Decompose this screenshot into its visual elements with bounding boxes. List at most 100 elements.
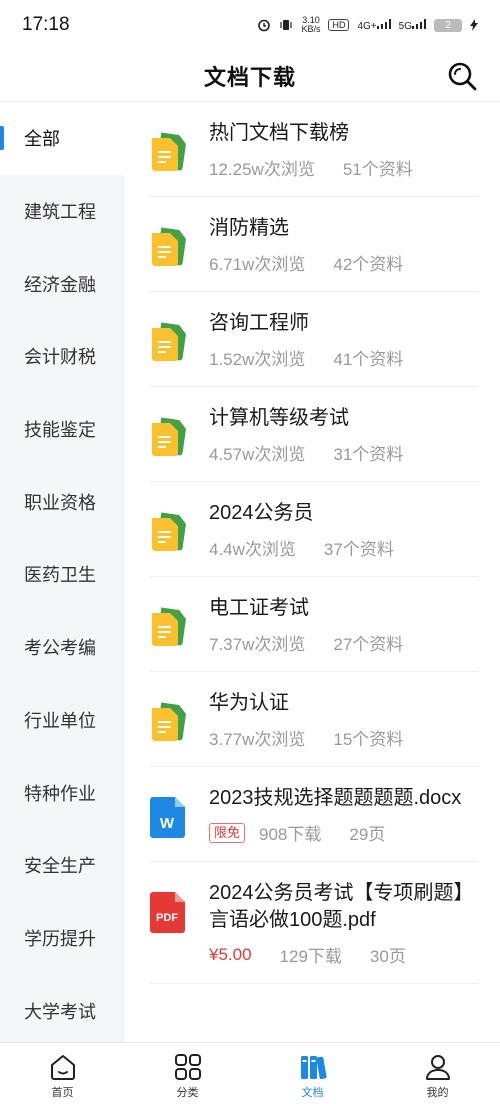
list-item-title: 华为认证	[209, 692, 289, 714]
list-item-count: 41个资料	[333, 350, 404, 369]
list-item-title: 2023技规选择题题题题.docx	[209, 787, 462, 809]
search-icon[interactable]	[446, 60, 478, 92]
signal-5g-label: 5G	[398, 20, 412, 32]
list-item-title: 计算机等级考试	[209, 407, 349, 429]
list-item[interactable]: 电工证考试 7.37w次浏览 27个资料	[125, 577, 500, 672]
list-item-views: 4.4w次浏览	[209, 540, 296, 559]
sidebar-item-label: 学历提升	[24, 928, 96, 949]
list-item-views: 1.52w次浏览	[209, 350, 306, 369]
list-item-downloads: 908下载	[259, 825, 322, 844]
sidebar-item-label: 特种作业	[24, 783, 96, 804]
sidebar-item-label: 安全生产	[24, 856, 96, 877]
list-item[interactable]: 消防精选 6.71w次浏览 42个资料	[125, 197, 500, 292]
signal-4g-label: 4G+	[357, 20, 377, 32]
folder-doc-icon	[152, 227, 186, 266]
header: 文档下载	[0, 50, 500, 102]
signal-icon	[412, 18, 426, 29]
status-icons: 3.10 KB/s HD 4G+ 5G 2	[257, 16, 478, 34]
sidebar-item-label: 行业单位	[24, 710, 96, 731]
pdf-file-icon: PDF	[150, 892, 185, 933]
sidebar-item-label: 大学考试	[24, 1001, 96, 1022]
sidebar-item-industry[interactable]: 行业单位	[0, 684, 125, 757]
list-item-count: 42个资料	[333, 255, 404, 274]
list-item-title: 消防精选	[209, 217, 289, 239]
list-item-count: 51个资料	[342, 160, 413, 179]
folder-doc-icon	[152, 132, 186, 171]
list-item-views: 3.77w次浏览	[209, 730, 306, 749]
net-speed: 3.10 KB/s	[301, 16, 320, 34]
list-item-count: 15个资料	[333, 730, 404, 749]
bottom-nav: 首页 分类 文档 我的	[0, 1042, 500, 1104]
list-item-price: ¥5.00	[209, 944, 252, 964]
folder-doc-icon	[152, 512, 186, 551]
folder-doc-icon	[152, 702, 186, 741]
sidebar-item-construction[interactable]: 建筑工程	[0, 175, 125, 248]
list-item[interactable]: 2024公务员 4.4w次浏览 37个资料	[125, 482, 500, 577]
net-speed-unit: KB/s	[301, 24, 321, 34]
sidebar-item-label: 考公考编	[24, 638, 96, 659]
sidebar-item-skills[interactable]: 技能鉴定	[0, 393, 125, 466]
list-item[interactable]: W 2023技规选择题题题题.docx 限免 908下载 29页	[125, 767, 500, 862]
alarm-icon	[258, 19, 271, 32]
charging-icon	[470, 19, 478, 31]
sidebar-item-education[interactable]: 学历提升	[0, 902, 125, 975]
status-time: 17:18	[22, 14, 70, 35]
list-item[interactable]: 计算机等级考试 4.57w次浏览 31个资料	[125, 387, 500, 482]
list-item-views: 12.25w次浏览	[209, 160, 315, 179]
profile-icon	[425, 1055, 450, 1080]
list-item-pages: 30页	[369, 947, 406, 966]
sidebar-item-label: 经济金融	[24, 274, 96, 295]
sidebar-item-university[interactable]: 大学考试	[0, 974, 125, 1042]
sidebar-item-accounting[interactable]: 会计财税	[0, 320, 125, 393]
hd-badge: HD	[328, 19, 350, 31]
page-title: 文档下载	[203, 64, 296, 90]
nav-home[interactable]: 首页	[0, 1043, 125, 1104]
list-item-pages: 29页	[349, 825, 386, 844]
signal-4g: 4G+	[357, 18, 391, 32]
sidebar-item-label: 建筑工程	[24, 202, 96, 223]
folder-doc-icon	[152, 607, 186, 646]
sidebar-item-qualifications[interactable]: 职业资格	[0, 465, 125, 538]
pdf-icon-label: PDF	[156, 912, 178, 924]
sidebar-item-safety[interactable]: 安全生产	[0, 829, 125, 902]
word-icon-letter: W	[160, 815, 175, 832]
sidebar-item-civil-service[interactable]: 考公考编	[0, 611, 125, 684]
list-item[interactable]: PDF 2024公务员考试【专项刷题】言语必做100题.pdf ¥5.00 129…	[125, 862, 500, 984]
nav-label: 分类	[176, 1087, 199, 1099]
list-item-downloads: 129下载	[279, 947, 342, 966]
list-item-views: 7.37w次浏览	[209, 635, 306, 654]
list-item-title: 2024公务员考试【专项刷题】言语必做100题.pdf	[209, 882, 474, 931]
documents-icon	[300, 1056, 327, 1080]
nav-label: 我的	[426, 1087, 449, 1099]
folder-doc-icon	[152, 322, 186, 361]
sidebar-item-label: 全部	[24, 129, 60, 150]
nav-label: 文档	[301, 1087, 324, 1099]
list-item-title: 2024公务员	[209, 502, 314, 524]
sidebar-item-special-operations[interactable]: 特种作业	[0, 756, 125, 829]
signal-icon	[376, 18, 391, 29]
sidebar-item-label: 医药卫生	[24, 565, 96, 586]
word-file-icon: W	[150, 797, 185, 838]
list-item-count: 27个资料	[333, 635, 404, 654]
home-icon	[50, 1055, 75, 1080]
list-item[interactable]: 华为认证 3.77w次浏览 15个资料	[125, 672, 500, 767]
signal-5g: 5G	[398, 18, 426, 32]
battery-indicator: 2	[434, 18, 462, 32]
sidebar-item-finance[interactable]: 经济金融	[0, 247, 125, 320]
sidebar-item-label: 会计财税	[24, 347, 96, 368]
list-item-count: 37个资料	[323, 540, 394, 559]
list-item[interactable]: 咨询工程师 1.52w次浏览 41个资料	[125, 292, 500, 387]
list-item-title: 电工证考试	[209, 597, 309, 619]
folder-doc-icon	[152, 417, 186, 456]
list-item-title: 热门文档下载榜	[209, 122, 349, 144]
sidebar-item-medical[interactable]: 医药卫生	[0, 538, 125, 611]
nav-category[interactable]: 分类	[125, 1043, 250, 1104]
list-item-views: 6.71w次浏览	[209, 255, 306, 274]
nav-documents[interactable]: 文档	[250, 1043, 375, 1104]
list-item[interactable]: 热门文档下载榜 12.25w次浏览 51个资料	[125, 102, 500, 197]
grid-icon	[174, 1054, 201, 1080]
vibrate-icon	[280, 20, 293, 30]
document-list: 热门文档下载榜 12.25w次浏览 51个资料 消防精选 6.71w次浏览 42个资…	[125, 102, 500, 1042]
sidebar-item-all[interactable]: 全部	[0, 102, 125, 175]
nav-profile[interactable]: 我的	[375, 1043, 500, 1104]
